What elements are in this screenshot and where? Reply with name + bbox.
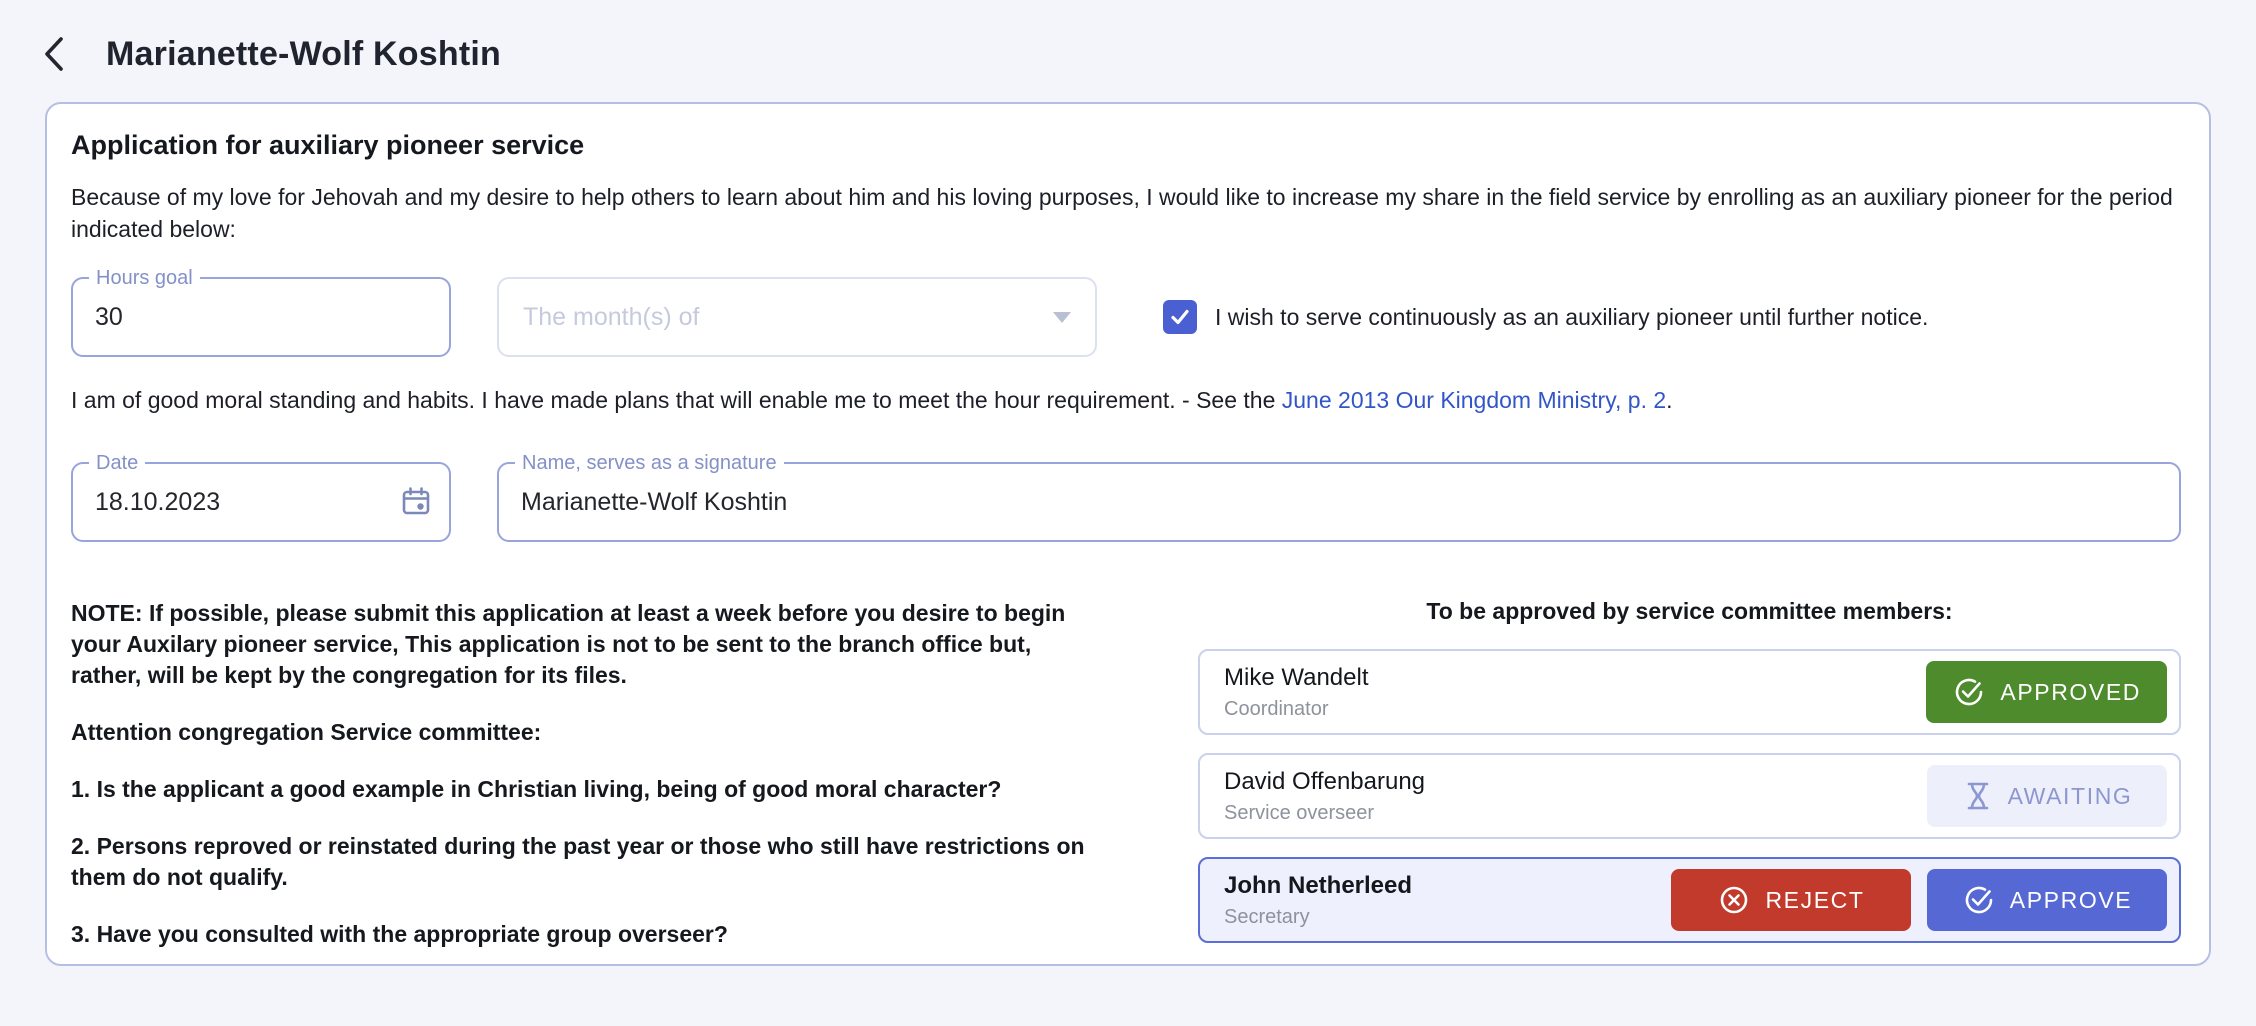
page-header: Marianette-Wolf Koshtin — [0, 0, 2256, 102]
moral-statement: I am of good moral standing and habits. … — [71, 387, 2181, 414]
moral-suffix: . — [1666, 387, 1672, 413]
notes-column: NOTE: If possible, please submit this ap… — [71, 598, 1106, 961]
note-paragraph: NOTE: If possible, please submit this ap… — [71, 598, 1106, 691]
signature-name-input[interactable] — [499, 488, 2179, 517]
checkmark-icon — [1169, 306, 1191, 328]
hours-goal-field: Hours goal — [71, 277, 451, 357]
reject-button-label: REJECT — [1765, 887, 1864, 914]
member-role: Coordinator — [1224, 698, 1369, 721]
member-info: John Netherleed Secretary — [1224, 872, 1412, 929]
hours-goal-label: Hours goal — [89, 267, 200, 290]
approved-status-badge: APPROVED — [1926, 661, 2167, 723]
member-row-coordinator: Mike Wandelt Coordinator APPROVED — [1198, 649, 2181, 735]
member-name: David Offenbarung — [1224, 768, 1425, 796]
chevron-left-icon — [39, 35, 69, 73]
approve-button[interactable]: APPROVE — [1927, 869, 2167, 931]
page-title: Marianette-Wolf Koshtin — [106, 35, 501, 74]
member-row-secretary: John Netherleed Secretary REJECT — [1198, 857, 2181, 943]
approval-actions: REJECT APPROVE — [1671, 869, 2167, 931]
question-1: 1. Is the applicant a good example in Ch… — [71, 774, 1106, 805]
back-button[interactable] — [32, 32, 76, 76]
calendar-icon — [399, 485, 433, 519]
question-3: 3. Have you consulted with the appropria… — [71, 919, 1106, 950]
hourglass-icon — [1962, 780, 1994, 812]
form-title: Application for auxiliary pioneer servic… — [71, 130, 2181, 161]
check-circle-icon — [1952, 675, 1986, 709]
calendar-button[interactable] — [399, 485, 433, 519]
reject-button[interactable]: REJECT — [1671, 869, 1911, 931]
approval-heading: To be approved by service committee memb… — [1198, 598, 2181, 625]
signature-name-field: Name, serves as a signature — [497, 462, 2181, 542]
member-row-service-overseer: David Offenbarung Service overseer AWAIT… — [1198, 753, 2181, 839]
date-name-row: Date Name, serves as a signature — [71, 462, 2181, 542]
member-role: Service overseer — [1224, 802, 1425, 825]
date-field: Date — [71, 462, 451, 542]
check-circle-icon — [1962, 883, 1996, 917]
intro-text: Because of my love for Jehovah and my de… — [71, 181, 2181, 245]
member-info: David Offenbarung Service overseer — [1224, 768, 1425, 825]
date-label: Date — [89, 452, 145, 475]
date-input[interactable] — [73, 488, 449, 517]
continuous-checkbox-wrap: I wish to serve continuously as an auxil… — [1163, 300, 1928, 334]
member-role: Secretary — [1224, 906, 1412, 929]
signature-name-label: Name, serves as a signature — [515, 452, 784, 475]
months-placeholder: The month(s) of — [523, 303, 699, 332]
x-circle-icon — [1717, 883, 1751, 917]
approve-button-label: APPROVE — [2010, 887, 2132, 914]
question-2: 2. Persons reproved or reinstated during… — [71, 831, 1106, 893]
member-name: John Netherleed — [1224, 872, 1412, 900]
approved-status-label: APPROVED — [2000, 679, 2141, 706]
continuous-checkbox[interactable] — [1163, 300, 1197, 334]
member-name: Mike Wandelt — [1224, 664, 1369, 692]
months-select[interactable]: The month(s) of — [497, 277, 1097, 357]
chevron-down-icon — [1053, 312, 1071, 323]
moral-text: I am of good moral standing and habits. … — [71, 387, 1282, 413]
hours-goal-input[interactable] — [73, 303, 449, 332]
application-card: Application for auxiliary pioneer servic… — [45, 102, 2211, 966]
awaiting-status-label: AWAITING — [2008, 783, 2133, 810]
continuous-checkbox-label: I wish to serve continuously as an auxil… — [1215, 304, 1928, 331]
fields-row: Hours goal The month(s) of I wish to ser… — [71, 277, 2181, 357]
awaiting-status-badge: AWAITING — [1927, 765, 2167, 827]
kingdom-ministry-link[interactable]: June 2013 Our Kingdom Ministry, p. 2 — [1282, 387, 1666, 413]
attention-line: Attention congregation Service committee… — [71, 717, 1106, 748]
approval-column: To be approved by service committee memb… — [1198, 598, 2181, 961]
member-info: Mike Wandelt Coordinator — [1224, 664, 1369, 721]
bottom-section: NOTE: If possible, please submit this ap… — [71, 598, 2181, 961]
